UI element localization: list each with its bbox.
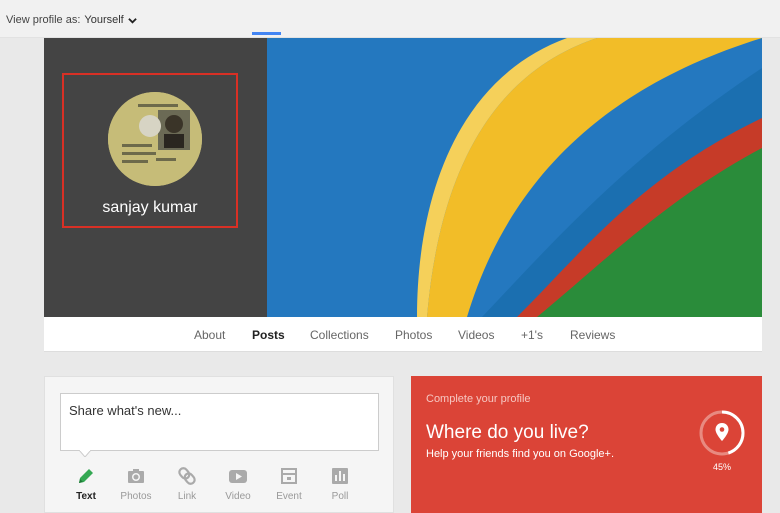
top-bar: View profile as: Yourself xyxy=(0,0,780,38)
link-icon xyxy=(178,467,196,485)
view-profile-value[interactable]: Yourself xyxy=(84,14,123,26)
pencil-icon xyxy=(79,469,93,483)
active-tab-indicator xyxy=(252,32,281,35)
share-action-poll[interactable]: Poll xyxy=(318,466,362,502)
share-action-video[interactable]: Video xyxy=(216,466,260,502)
tab-plus-ones[interactable]: +1's xyxy=(521,328,543,342)
complete-profile-question[interactable]: Where do you live? xyxy=(426,422,589,444)
complete-profile-card[interactable]: Complete your profile Where do you live?… xyxy=(411,376,762,513)
complete-profile-kicker: Complete your profile xyxy=(426,393,531,405)
avatar-image xyxy=(108,92,202,186)
chevron-down-icon[interactable] xyxy=(127,16,137,25)
share-action-text[interactable]: Text xyxy=(64,466,108,502)
share-input[interactable]: Share what's new... xyxy=(60,393,379,451)
share-action-label: Event xyxy=(276,491,302,502)
share-action-label: Video xyxy=(225,491,251,502)
cover-image xyxy=(267,38,762,317)
share-action-event[interactable]: Event xyxy=(267,466,311,502)
share-action-label: Poll xyxy=(331,491,349,502)
profile-tabs: About Posts Collections Photos Videos +1… xyxy=(44,317,762,352)
complete-profile-subtitle: Help your friends find you on Google+. xyxy=(426,448,615,460)
camera-icon xyxy=(128,469,144,483)
location-pin-icon xyxy=(715,423,729,441)
tab-posts[interactable]: Posts xyxy=(252,328,285,342)
profile-progress-ring xyxy=(699,410,745,456)
tab-collections[interactable]: Collections xyxy=(310,328,369,342)
share-action-link[interactable]: Link xyxy=(165,466,209,502)
avatar[interactable] xyxy=(108,92,202,186)
share-input-pointer xyxy=(79,450,91,457)
share-action-label: Photos xyxy=(120,491,152,502)
tab-videos[interactable]: Videos xyxy=(458,328,494,342)
share-action-label: Text xyxy=(76,491,96,502)
event-icon xyxy=(281,468,297,484)
tab-photos[interactable]: Photos xyxy=(395,328,432,342)
tab-reviews[interactable]: Reviews xyxy=(570,328,615,342)
view-profile-label: View profile as: xyxy=(6,14,81,26)
view-profile-as[interactable]: View profile as: Yourself xyxy=(6,14,137,26)
poll-icon xyxy=(332,468,348,484)
share-placeholder: Share what's new... xyxy=(69,403,182,418)
video-icon xyxy=(229,470,247,483)
profile-name[interactable]: sanjay kumar xyxy=(62,199,238,217)
share-action-label: Link xyxy=(177,491,197,502)
tab-about[interactable]: About xyxy=(194,328,225,342)
share-action-photos[interactable]: Photos xyxy=(114,466,158,502)
profile-progress-label: 45% xyxy=(712,462,731,472)
